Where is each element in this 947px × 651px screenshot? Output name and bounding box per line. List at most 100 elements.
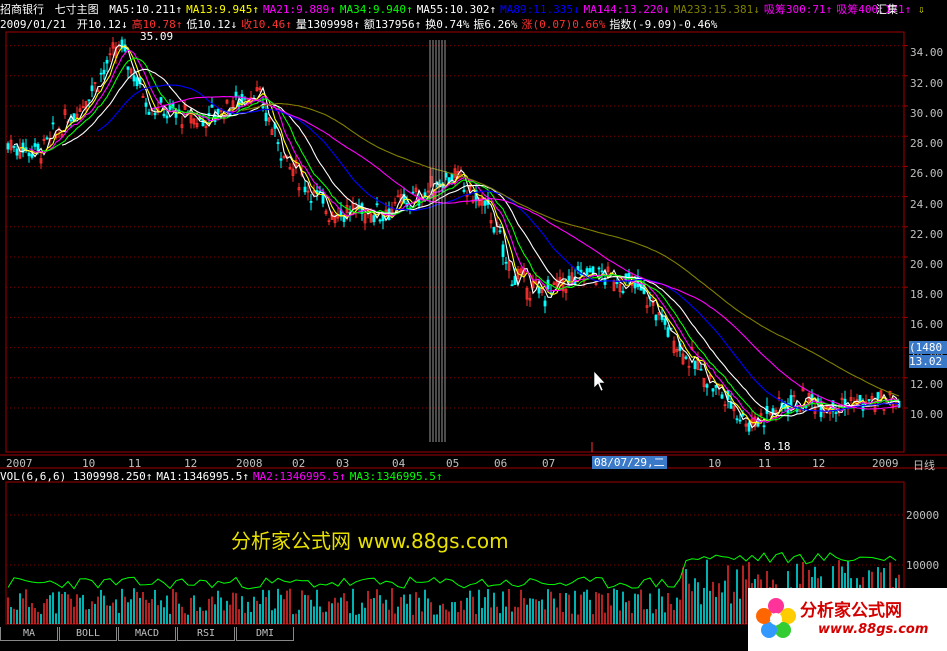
candle-body: [165, 115, 169, 119]
vol-value-2-arrow: ↑: [339, 470, 346, 483]
tab-boll[interactable]: BOLL: [59, 627, 117, 641]
candle-body: [834, 412, 838, 414]
candle-body: [36, 143, 40, 151]
date-label: 10: [708, 457, 722, 470]
candle-body: [159, 97, 163, 103]
ma-value-1: MA13:9.945↑: [186, 3, 259, 16]
candle-body: [12, 145, 16, 148]
candle-body: [501, 244, 505, 258]
candle-body: [15, 148, 19, 156]
info-value-3-label: 收10.46: [241, 18, 286, 31]
candle-body: [411, 191, 415, 194]
candle-body: [210, 104, 214, 108]
candle-body: [102, 69, 106, 75]
tab-dmi[interactable]: DMI: [236, 627, 294, 641]
candle-body: [51, 122, 55, 125]
info-value-2-label: 低10.12: [186, 18, 231, 31]
candle-body: [663, 318, 667, 325]
candle-body: [684, 356, 688, 359]
ma-value-9-arrow: ↑: [904, 3, 912, 16]
candle-body: [45, 137, 49, 140]
info-value-2-arrow: ↓: [230, 18, 238, 31]
ma-value-9: 吸筹400:171↑: [836, 3, 911, 16]
price-tick: 24.00: [910, 198, 944, 211]
ma-value-3: MA34:9.940↑: [340, 3, 413, 16]
price-tick: 30.00: [910, 107, 944, 120]
logo-url: www.88gs.com: [818, 622, 929, 637]
candle-body: [585, 268, 589, 276]
candle-body: [654, 314, 658, 321]
candle-body: [747, 422, 751, 432]
period-label[interactable]: 日线: [913, 457, 935, 473]
info-value-8-label: 涨(0.07)0.66%: [521, 18, 606, 31]
info-value-7-label: 振6.26%: [473, 18, 518, 31]
info-value-2: 低10.12↓: [186, 18, 237, 31]
date-label: 04: [392, 457, 406, 470]
candle-body: [87, 99, 91, 102]
candle-body: [498, 230, 502, 233]
vol-value-0-arrow: ↑: [145, 470, 153, 483]
date-label: 12: [184, 457, 198, 470]
price-tick: 18.00: [910, 288, 944, 301]
tab-macd[interactable]: MACD: [118, 627, 176, 641]
candle-body: [6, 143, 10, 150]
right-label[interactable]: 汇集: [876, 3, 898, 17]
tab-rsi[interactable]: RSI: [177, 627, 235, 641]
candle-body: [234, 91, 238, 97]
candle-body: [462, 189, 466, 192]
price-tick: 20.00: [910, 258, 944, 271]
candle-body: [876, 392, 880, 399]
volume-ma-line: [7, 551, 897, 590]
candle-body: [711, 388, 715, 392]
date-label: 05: [446, 457, 460, 470]
scroll-arrow-icon[interactable]: ⇩: [918, 3, 925, 17]
ma-header: 招商银行 七寸主图 MA5:10.211↑ MA13:9.945↑ MA21:9.8…: [0, 3, 919, 17]
candle-body: [597, 267, 601, 270]
price-tick: 26.00: [910, 167, 944, 180]
vol-value-3-label: MA3:1346995.5: [349, 470, 436, 483]
candle-body: [510, 284, 514, 287]
info-value-0-label: 开10.12: [76, 18, 121, 31]
candle-body: [132, 75, 136, 82]
tab-ma[interactable]: MA: [0, 627, 58, 641]
view-name: 七寸主图: [54, 3, 99, 16]
volume-header: VOL(6,6,6) 1309998.250↑ MA1:1346995.5↑ MA2…: [0, 470, 450, 484]
candle-body: [342, 216, 346, 222]
candle-body: [504, 261, 508, 264]
candle-body: [666, 327, 670, 337]
candle-body: [30, 153, 34, 158]
volume-tick: 20000: [906, 509, 940, 522]
candle-body: [372, 215, 376, 223]
candle-body: [621, 290, 625, 294]
vol-value-3-arrow: ↑: [435, 470, 443, 483]
vol-value-2: MA2:1346995.5↑: [253, 470, 346, 483]
ma5-line: [13, 44, 900, 429]
ma-value-1-label: MA13:9.945: [186, 3, 253, 16]
candle-body: [303, 186, 307, 193]
candle-body: [264, 112, 268, 122]
info-value-0-arrow: ↓: [120, 18, 128, 31]
candle-body: [378, 219, 382, 222]
info-value-4-label: 量1309998: [295, 18, 354, 31]
ma-value-8-arrow: ↑: [825, 3, 833, 16]
indicator-tabs: MA BOLL MACD RSI DMI: [0, 627, 295, 641]
candle-body: [720, 394, 724, 399]
candle-body: [162, 113, 166, 117]
candle-body: [588, 268, 592, 273]
ma-value-0: MA5:10.211↑: [109, 3, 182, 16]
date-label: 03: [336, 457, 350, 470]
date-label: 11: [758, 457, 772, 470]
ma-value-7: MA233:15.381↓: [674, 3, 760, 16]
info-value-5-label: 额137956: [363, 18, 415, 31]
candle-body: [858, 394, 862, 402]
info-value-4: 量1309998↑: [296, 18, 360, 31]
info-value-3-arrow: ↑: [285, 18, 292, 31]
vol-value-0-label: VOL(6,6,6) 1309998.250: [0, 470, 146, 483]
candle-body: [483, 200, 487, 206]
candle-body: [738, 419, 742, 422]
candle-body: [375, 203, 379, 206]
info-value-9: 指数(-9.09)-0.46%: [609, 18, 717, 31]
ma-value-8: 吸筹300:71↑: [764, 3, 832, 16]
stock-name[interactable]: 招商银行: [0, 3, 44, 16]
vol-value-1-arrow: ↑: [242, 470, 250, 483]
